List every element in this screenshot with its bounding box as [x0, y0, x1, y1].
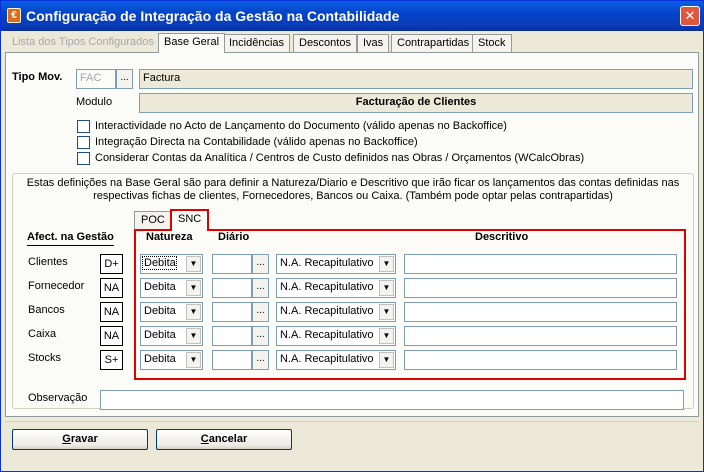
app-icon: € [7, 8, 21, 23]
tab-incidencias[interactable]: Incidências [223, 34, 291, 52]
gravar-button[interactable]: Gravar [12, 429, 148, 450]
description-line-1: Estas definições na Base Geral são para … [26, 177, 680, 189]
natureza-header: Natureza [146, 231, 193, 243]
afect-code-box[interactable]: NA [100, 278, 123, 298]
gravar-label-post: ravar [70, 433, 98, 445]
chevron-down-icon[interactable]: ▼ [186, 304, 201, 320]
diario-input[interactable] [212, 326, 252, 346]
footer-divider [5, 421, 699, 422]
resumo-select[interactable]: N.A. Recapitulativo ▼ [276, 254, 396, 274]
resumo-value: N.A. Recapitulativo [280, 257, 374, 269]
resumo-select[interactable]: N.A. Recapitulativo ▼ [276, 302, 396, 322]
entity-label: Fornecedor [28, 280, 85, 292]
natureza-value: Debita [144, 329, 176, 341]
chevron-down-icon[interactable]: ▼ [186, 280, 201, 296]
chevron-down-icon[interactable]: ▼ [379, 256, 394, 272]
modulo-field: Facturação de Clientes [139, 93, 693, 113]
chevron-down-icon[interactable]: ▼ [379, 304, 394, 320]
afect-gestao-title: Afect. na Gestão [27, 231, 114, 246]
natureza-value: Debita [144, 353, 176, 365]
natureza-value: Debita [144, 305, 176, 317]
tab-descontos[interactable]: Descontos [293, 34, 357, 52]
resumo-select[interactable]: N.A. Recapitulativo ▼ [276, 326, 396, 346]
descritivo-input[interactable] [404, 350, 677, 370]
descritivo-input[interactable] [404, 326, 677, 346]
chevron-down-icon[interactable]: ▼ [186, 256, 201, 272]
entity-label: Stocks [28, 352, 62, 364]
tipo-mov-browse-button[interactable]: ... [116, 69, 133, 89]
chevron-down-icon[interactable]: ▼ [186, 328, 201, 344]
diario-browse-button[interactable]: ... [252, 278, 269, 298]
tipo-mov-code-field[interactable]: FAC [76, 69, 116, 89]
cancelar-mnemonic: C [200, 433, 209, 445]
integracao-directa-label: Integração Directa na Contabilidade (vál… [95, 136, 418, 148]
natureza-value: Debita [144, 281, 176, 293]
chevron-down-icon[interactable]: ▼ [379, 352, 394, 368]
resumo-value: N.A. Recapitulativo [280, 353, 374, 365]
tab-ivas[interactable]: Ivas [357, 34, 390, 52]
dialog-window: € Configuração de Integração da Gestão n… [0, 0, 704, 472]
interactividade-label: Interactividade no Acto de Lançamento do… [95, 120, 507, 132]
entity-label: Bancos [28, 304, 65, 316]
resumo-select[interactable]: N.A. Recapitulativo ▼ [276, 350, 396, 370]
afect-code-box[interactable]: S+ [100, 350, 123, 370]
diario-browse-button[interactable]: ... [252, 326, 269, 346]
group-description: Estas definições na Base Geral são para … [21, 177, 685, 203]
diario-browse-button[interactable]: ... [252, 350, 269, 370]
natureza-select[interactable]: Debita ▼ [140, 326, 203, 346]
diario-input[interactable] [212, 302, 252, 322]
close-button[interactable]: ✕ [680, 6, 700, 26]
interactividade-checkbox[interactable] [77, 120, 90, 133]
resumo-value: N.A. Recapitulativo [280, 281, 374, 293]
diario-browse-button[interactable]: ... [252, 302, 269, 322]
natureza-select[interactable]: Debita ▼ [140, 350, 203, 370]
tab-contrapartidas[interactable]: Contrapartidas [391, 34, 476, 52]
cancelar-label-post: ancelar [208, 433, 248, 445]
chevron-down-icon[interactable]: ▼ [186, 352, 201, 368]
natureza-select[interactable]: Debita ▼ [140, 302, 203, 322]
tipo-mov-label: Tipo Mov. [12, 71, 63, 83]
descritivo-input[interactable] [404, 254, 677, 274]
resumo-value: N.A. Recapitulativo [280, 305, 374, 317]
diario-browse-button[interactable]: ... [252, 254, 269, 274]
contas-analitica-label: Considerar Contas da Analítica / Centros… [95, 152, 585, 164]
descritivo-input[interactable] [404, 302, 677, 322]
observacao-label: Observação [28, 392, 88, 404]
diario-input[interactable] [212, 254, 252, 274]
afect-code-box[interactable]: NA [100, 326, 123, 346]
gravar-mnemonic: G [62, 433, 71, 445]
window-title: Configuração de Integração da Gestão na … [26, 8, 400, 24]
resumo-select[interactable]: N.A. Recapitulativo ▼ [276, 278, 396, 298]
integracao-directa-checkbox[interactable] [77, 136, 90, 149]
tab-base-geral[interactable]: Base Geral [158, 33, 226, 53]
subtab-snc[interactable]: SNC [170, 209, 210, 231]
description-line-2: respectivas fichas de clientes, Forneced… [93, 190, 613, 202]
descritivo-header: Descritivo [475, 231, 529, 243]
diario-header: Diário [218, 231, 250, 243]
resumo-value: N.A. Recapitulativo [280, 329, 374, 341]
title-bar[interactable]: € Configuração de Integração da Gestão n… [1, 1, 703, 31]
natureza-value: Debita [142, 256, 177, 270]
entity-label: Clientes [28, 256, 68, 268]
tipo-mov-description-field: Factura [139, 69, 693, 89]
afect-code-box[interactable]: D+ [100, 254, 123, 274]
chevron-down-icon[interactable]: ▼ [379, 328, 394, 344]
natureza-select[interactable]: Debita ▼ [140, 278, 203, 298]
afect-code-box[interactable]: NA [100, 302, 123, 322]
tab-lista-tipos: Lista dos Tipos Configurados [12, 36, 154, 48]
cancelar-button[interactable]: Cancelar [156, 429, 292, 450]
natureza-select[interactable]: Debita ▼ [140, 254, 203, 274]
modulo-label: Modulo [76, 96, 113, 108]
subtab-poc[interactable]: POC [134, 211, 172, 229]
diario-input[interactable] [212, 350, 252, 370]
tab-stock[interactable]: Stock [472, 34, 512, 52]
diario-input[interactable] [212, 278, 252, 298]
descritivo-input[interactable] [404, 278, 677, 298]
contas-analitica-checkbox[interactable] [77, 152, 90, 165]
entity-label: Caixa [28, 328, 57, 340]
observacao-field[interactable] [100, 390, 684, 410]
chevron-down-icon[interactable]: ▼ [379, 280, 394, 296]
